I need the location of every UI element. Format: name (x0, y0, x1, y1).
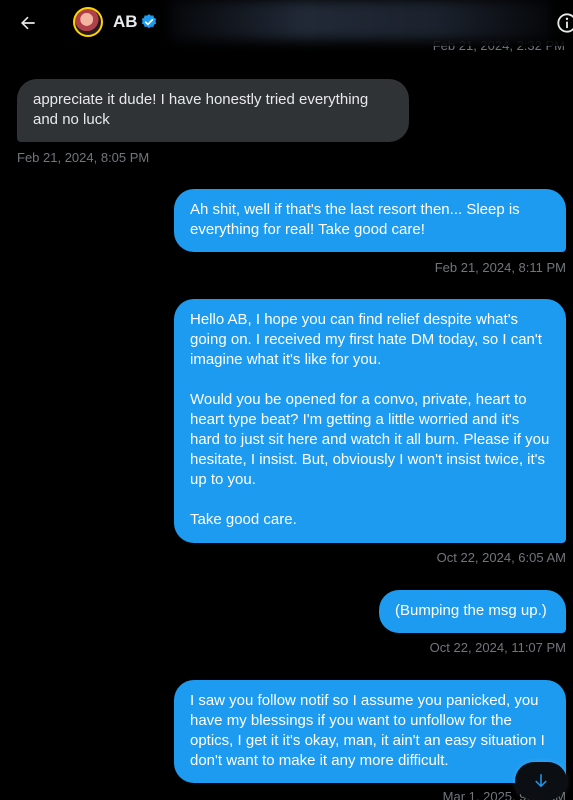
message-timestamp: Oct 22, 2024, 6:05 AM (436, 550, 566, 565)
redacted-region (170, 0, 550, 40)
message-bubble-sent[interactable]: Ah shit, well if that's the last resort … (174, 189, 566, 252)
info-icon[interactable] (556, 12, 573, 34)
back-button[interactable] (14, 9, 42, 37)
avatar[interactable] (73, 7, 103, 37)
message-timestamp: Oct 22, 2024, 11:07 PM (429, 640, 566, 655)
conversation-header: AB (0, 0, 573, 46)
message-bubble-sent[interactable]: I saw you follow notif so I assume you p… (174, 680, 566, 783)
message-bubble-sent[interactable]: (Bumping the msg up.) (379, 590, 566, 633)
dm-conversation: AB Feb 21, 2024, 2:32 PM appreciate it d… (0, 0, 573, 800)
scroll-to-bottom-button[interactable] (515, 762, 567, 800)
message-timestamp: Feb 21, 2024, 8:11 PM (434, 260, 566, 275)
arrow-left-icon (21, 16, 35, 30)
arrow-down-icon (535, 774, 547, 788)
avatar-image (75, 9, 101, 35)
message-timestamp: Feb 21, 2024, 8:05 PM (17, 150, 150, 165)
message-bubble-received[interactable]: appreciate it dude! I have honestly trie… (17, 79, 409, 142)
message-bubble-sent[interactable]: Hello AB, I hope you can find relief des… (174, 299, 566, 543)
verified-badge-icon (141, 14, 157, 29)
contact-name[interactable]: AB (113, 12, 138, 32)
